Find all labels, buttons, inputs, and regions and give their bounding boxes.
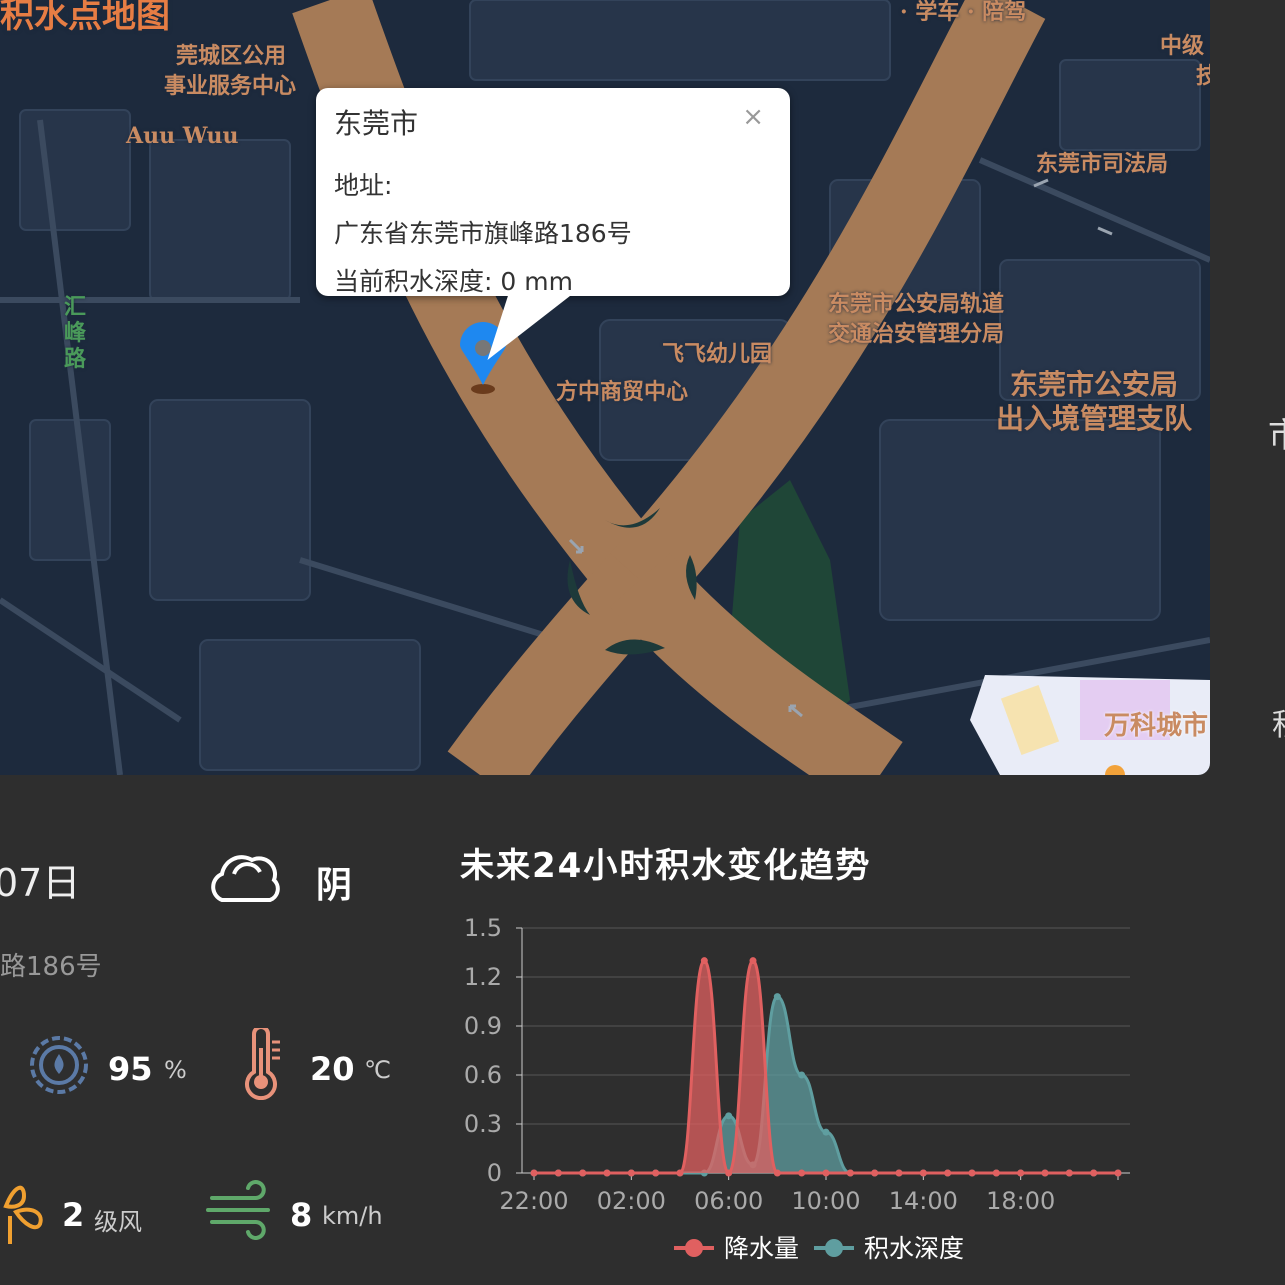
- series-area-1: [534, 996, 1118, 1173]
- map-label-exit-entry-2: 出入境管理支队: [996, 402, 1193, 435]
- data-point: [773, 1169, 781, 1177]
- map-label-huifeng-road: 汇 峰 路: [64, 294, 87, 372]
- data-point: [652, 1169, 660, 1177]
- legend-marker: [825, 1239, 843, 1257]
- y-tick-label: 0: [487, 1159, 502, 1187]
- y-tick-label: 0.3: [464, 1110, 502, 1138]
- side-letter-2: 积: [1272, 700, 1285, 744]
- data-point: [700, 957, 708, 965]
- popup-address-label: 地址:: [334, 171, 393, 200]
- map-label-auu-wuu: Auu Wuu: [126, 123, 239, 149]
- data-point: [1017, 1169, 1025, 1177]
- y-tick-label: 0.6: [464, 1061, 502, 1089]
- map-label-rail-police-2: 交通治安管理分局: [828, 321, 1005, 347]
- map-label-rail-police: 东莞市公安局轨道: [828, 291, 1005, 317]
- data-point: [627, 1169, 635, 1177]
- data-point: [895, 1169, 903, 1177]
- data-point: [1041, 1169, 1049, 1177]
- data-point: [1065, 1169, 1073, 1177]
- y-tick-label: 0.9: [464, 1012, 502, 1040]
- legend-label: 积水深度: [864, 1234, 964, 1263]
- map-label-mid-level: 中级: [1160, 33, 1205, 59]
- thermometer-icon: [245, 1028, 280, 1100]
- map-label-exit-entry: 东莞市公安局: [1010, 368, 1179, 401]
- humidity-value: 95: [108, 1050, 153, 1088]
- data-point: [530, 1169, 538, 1177]
- wind-speed-value: 8: [290, 1196, 313, 1234]
- map-title: 积水点地图: [0, 0, 170, 36]
- wind-speed-icon: [206, 1180, 270, 1240]
- x-tick-label: 02:00: [597, 1187, 666, 1215]
- legend-label: 降水量: [724, 1234, 799, 1263]
- data-point: [773, 993, 781, 1001]
- data-point: [919, 1169, 927, 1177]
- data-point: [725, 1169, 733, 1177]
- wind-level-value: 2: [62, 1196, 85, 1234]
- data-point: [871, 1169, 879, 1177]
- data-point: [554, 1169, 562, 1177]
- x-tick-label: 22:00: [499, 1187, 568, 1215]
- data-point: [968, 1169, 976, 1177]
- y-tick-label: 1.5: [464, 914, 502, 942]
- wind-level-unit: 级风: [94, 1208, 142, 1236]
- popup-depth: 当前积水深度: 0 mm: [334, 267, 573, 296]
- x-tick-label: 18:00: [986, 1187, 1055, 1215]
- chart-title: 未来24小时积水变化趋势: [460, 846, 872, 886]
- weather-date: 07日: [0, 861, 81, 905]
- x-tick-label: 14:00: [889, 1187, 958, 1215]
- y-tick-label: 1.2: [464, 963, 502, 991]
- map-label-kindergarten: 飞飞幼儿园: [662, 341, 773, 367]
- data-point: [846, 1169, 854, 1177]
- data-point: [725, 1112, 733, 1120]
- data-point: [749, 957, 757, 965]
- data-point: [1114, 1169, 1122, 1177]
- popup-title: 东莞市: [334, 107, 419, 140]
- humidity-unit: %: [164, 1056, 187, 1084]
- wind-speed-unit: km/h: [322, 1202, 383, 1230]
- data-point: [603, 1169, 611, 1177]
- x-tick-label: 10:00: [791, 1187, 860, 1215]
- weather-address: 路186号: [0, 952, 102, 982]
- wind-turbine-icon: [3, 1185, 43, 1244]
- map-label-school-car: · 学车 · 陪驾: [900, 0, 1027, 25]
- map-view[interactable]: 积水点地图 莞城区公用 事业服务中心 Auu Wuu · 学车 · 陪驾 中级 …: [0, 0, 1210, 775]
- map-label-vanke: 万科城市: [1104, 711, 1209, 741]
- data-point: [992, 1169, 1000, 1177]
- cloud-icon: [211, 855, 280, 902]
- x-tick-label: 06:00: [694, 1187, 763, 1215]
- map-label-service-center-2: 事业服务中心: [164, 73, 297, 99]
- data-point: [1090, 1169, 1098, 1177]
- weather-condition: 阴: [316, 865, 353, 906]
- popup-close-button[interactable]: ×: [742, 102, 764, 132]
- map-label-justice-bureau: 东莞市司法局: [1036, 151, 1169, 177]
- data-point: [798, 1169, 806, 1177]
- popup-address: 广东省东莞市旗峰路186号: [334, 219, 632, 248]
- legend-marker: [685, 1239, 703, 1257]
- temperature-value: 20: [310, 1050, 355, 1088]
- humidity-icon: [30, 1036, 88, 1094]
- side-letter-1: 市: [1268, 408, 1285, 457]
- map-label-mid-level-2: 技: [1196, 63, 1210, 89]
- map-label-service-center: 莞城区公用: [176, 43, 287, 69]
- data-point: [822, 1128, 830, 1136]
- data-point: [798, 1071, 806, 1079]
- data-point: [579, 1169, 587, 1177]
- data-point: [676, 1169, 684, 1177]
- location-popup: 东莞市 × 地址: 广东省东莞市旗峰路186号 当前积水深度: 0 mm: [316, 88, 790, 360]
- map-label-fangzhong: 方中商贸中心: [556, 379, 689, 405]
- water-trend-chart: 0 0.3 0.6 0.9 1.2 1.5 22:00 02:00 06:00 10:00 14:0…: [464, 914, 1130, 1263]
- data-point: [822, 1169, 830, 1177]
- data-point: [944, 1169, 952, 1177]
- temperature-unit: ℃: [364, 1056, 391, 1084]
